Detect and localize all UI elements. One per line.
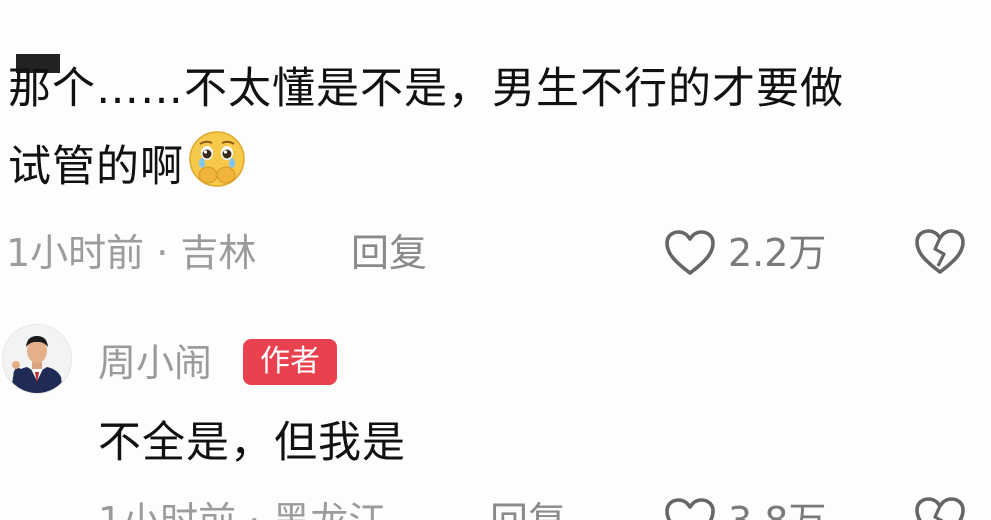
broken-heart-icon[interactable]: [914, 496, 966, 520]
reply-meta-row: 1小时前 · 黑龙江 回复 3.8万: [6, 496, 981, 520]
comment-line-1: 那个……不太懂是不是，男生不行的才要做: [8, 64, 844, 114]
heart-outline-icon: [665, 498, 715, 520]
comment-line-2-text: 试管的啊: [8, 142, 184, 192]
author-badge: 作者: [243, 339, 337, 385]
reply-button[interactable]: 回复: [351, 228, 427, 278]
like-button[interactable]: 2.2万: [664, 228, 826, 278]
comment-thread: 那个……不太懂是不是，男生不行的才要做 试管的啊 1小时前 · 吉林 回复 2.…: [0, 0, 991, 520]
reply-like-button[interactable]: 3.8万: [664, 496, 826, 520]
reply-like-count: 3.8万: [728, 496, 826, 520]
like-count: 2.2万: [728, 231, 827, 275]
reply-text: 不全是，但我是: [98, 418, 406, 468]
reply-author-name[interactable]: 周小闹: [98, 338, 212, 388]
author-avatar[interactable]: [2, 324, 72, 394]
comment-meta-row: 1小时前 · 吉林 回复 2.2万: [6, 228, 981, 278]
pleading-face-emoji-icon: [186, 129, 248, 191]
comment-line-2: 试管的啊: [8, 128, 983, 206]
heart-outline-icon: [665, 230, 715, 275]
reply-time-location: 1小时前 · 黑龙江: [98, 496, 386, 520]
broken-heart-icon[interactable]: [914, 228, 966, 278]
reply-reply-button[interactable]: 回复: [490, 496, 566, 520]
comment-time-location: 1小时前 · 吉林: [6, 231, 257, 275]
comment-text: 那个……不太懂是不是，男生不行的才要做 试管的啊: [8, 50, 983, 206]
